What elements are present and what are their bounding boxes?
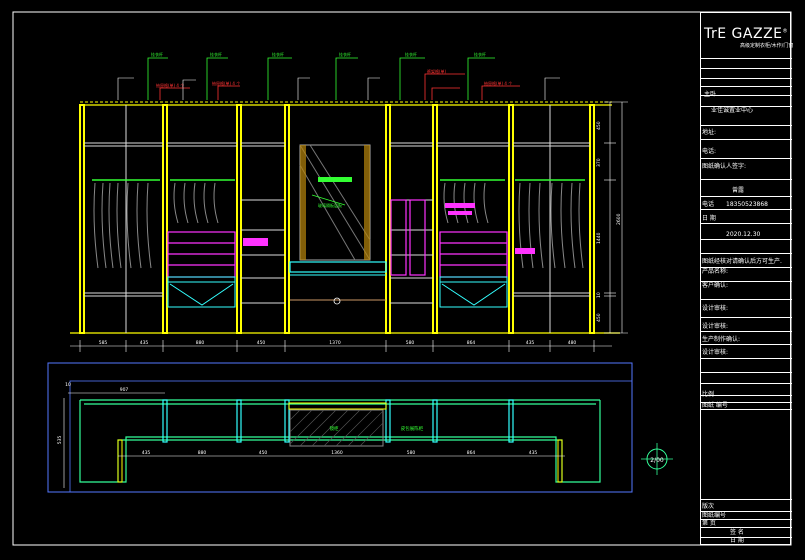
plan-dim-5: 580 bbox=[407, 450, 416, 456]
dim-b8: 435 bbox=[526, 340, 535, 346]
tb-address: 地址: bbox=[702, 129, 717, 136]
tb-date: 2020.12.30 bbox=[726, 231, 761, 238]
note-rail-1: 挂衣杆 bbox=[151, 51, 163, 57]
dim-b9: 480 bbox=[568, 340, 577, 346]
plan-dim-4: 1360 bbox=[331, 450, 343, 456]
tb-sign4: 设计审核: bbox=[702, 349, 729, 356]
note-rail-4: 挂衣杆 bbox=[339, 51, 351, 57]
tb-sign3: 生产制作确认: bbox=[702, 336, 741, 343]
brand-tagline: 高级定制衣柜/木作/门窗 bbox=[740, 43, 794, 49]
brand-logo: TrE GAZZE® bbox=[704, 26, 788, 42]
tb-customer: 客户确认: bbox=[702, 282, 729, 289]
dim-r3: 1440 bbox=[596, 232, 602, 244]
plan-dim-7: 435 bbox=[529, 450, 538, 456]
tb-rev: 版次 bbox=[702, 503, 715, 510]
tb-page: 第 页 bbox=[702, 520, 716, 527]
note-drawer-1: 抽屉格(单) 4 个 bbox=[156, 82, 184, 88]
note-rail-3: 挂衣杆 bbox=[272, 51, 284, 57]
tb-bottom1: 签 名 bbox=[730, 529, 744, 536]
plan-label-mirror: 镜柜 bbox=[330, 425, 339, 432]
tb-sign2: 设计审核: bbox=[702, 323, 729, 330]
plan-dim-2: 880 bbox=[198, 450, 207, 456]
note-drawer-2: 抽屉格(单) 4 个 bbox=[212, 80, 240, 86]
elevation-right-dims bbox=[604, 101, 628, 334]
dim-r1: 450 bbox=[596, 121, 602, 130]
dim-r2: 370 bbox=[596, 158, 602, 167]
dim-b7: 864 bbox=[467, 340, 476, 346]
tb-scale: 比例 bbox=[702, 391, 715, 398]
dim-r5: 450 bbox=[596, 313, 602, 322]
elevation-view: 挂衣杆 挂衣杆 挂衣杆 挂衣杆 挂衣杆 挂衣杆 玻璃隔板层板 抽屉格(单) 4 … bbox=[70, 51, 620, 334]
plan-label-island: 皮包展陈柜 bbox=[401, 425, 424, 432]
plan-left-dim: 535 bbox=[57, 436, 63, 445]
note-rail-5: 挂衣杆 bbox=[405, 51, 417, 57]
tb-designer: 曾露 bbox=[732, 187, 745, 194]
tb-phone: 18350523868 bbox=[726, 201, 768, 208]
plan-view: 镜柜 皮包展陈柜 bbox=[47, 362, 633, 493]
tb-tel: 电话: bbox=[702, 148, 717, 155]
plan-top-dim: 907 bbox=[120, 387, 129, 393]
plan-dim-3: 450 bbox=[259, 450, 268, 456]
center-mirror-bay bbox=[289, 144, 387, 305]
tb-note: 图纸经核对请确认后方可生产. bbox=[702, 258, 782, 265]
center-label: 玻璃隔板层板 bbox=[318, 202, 342, 208]
tb-drawing-no: 图纸编号 bbox=[702, 512, 727, 519]
cad-drawing: 挂衣杆 挂衣杆 挂衣杆 挂衣杆 挂衣杆 挂衣杆 玻璃隔板层板 抽屉格(单) 4 … bbox=[12, 11, 792, 546]
tb-product: 产品名称: bbox=[702, 268, 729, 275]
dim-b3: 880 bbox=[196, 340, 205, 346]
tb-bottom2: 日 期 bbox=[730, 537, 744, 544]
tb-sheet: 图纸 编号 bbox=[702, 402, 728, 409]
note-drawer-4: 抽屉格(单) 4 个 bbox=[484, 80, 512, 86]
plan-dim-6: 864 bbox=[467, 450, 476, 456]
note-rail-2: 挂衣杆 bbox=[210, 51, 222, 57]
dim-b6: 580 bbox=[406, 340, 415, 346]
dim-b2: 435 bbox=[140, 340, 149, 346]
section-marker: 2/00 bbox=[641, 443, 673, 475]
tb-date-label: 日 期 bbox=[702, 215, 716, 222]
dim-b5: 1370 bbox=[329, 340, 341, 346]
tb-room: 主卧 bbox=[704, 91, 717, 98]
plan-corner: 10 bbox=[65, 382, 71, 388]
dim-r4: 10 bbox=[596, 292, 602, 298]
note-rail-6: 挂衣杆 bbox=[474, 51, 486, 57]
tb-phone-label: 电话 bbox=[702, 201, 715, 208]
tb-client: 图纸确认人签字: bbox=[702, 163, 747, 170]
plan-dim-1: 435 bbox=[142, 450, 151, 456]
section-label: 2/00 bbox=[650, 457, 664, 464]
tb-sign1: 设计审核: bbox=[702, 305, 729, 312]
tb-project: 业佳诚置业中心 bbox=[711, 107, 754, 114]
dim-b1: 585 bbox=[99, 340, 108, 346]
dim-r-total: 2600 bbox=[616, 213, 622, 225]
dim-b4: 450 bbox=[257, 340, 266, 346]
note-drawer-3: 裤架格(单) bbox=[427, 68, 447, 74]
